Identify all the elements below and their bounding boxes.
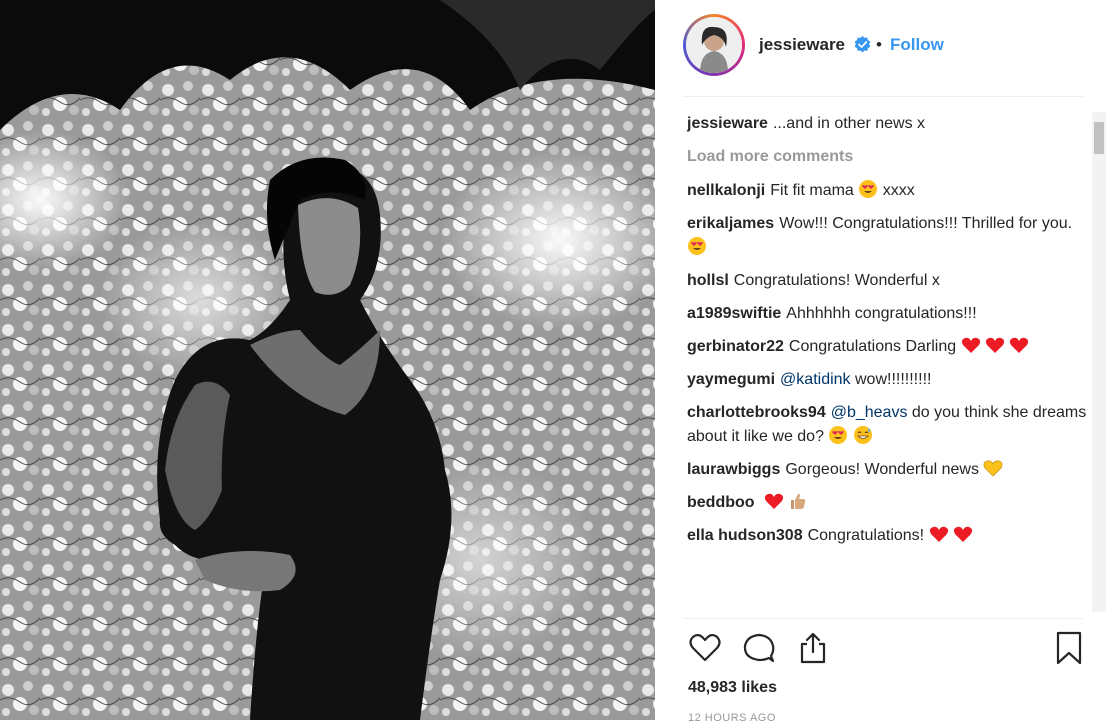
avatar[interactable] <box>686 17 742 73</box>
red-heart-icon <box>985 337 1005 353</box>
comment-text: Ahhhhhh congratulations!!! <box>786 305 977 322</box>
caption-text: ...and in other news x <box>772 115 926 132</box>
mention-link[interactable]: @katidink <box>780 371 851 388</box>
bookmark-icon[interactable] <box>1051 630 1087 666</box>
comment-username[interactable]: erikaljames <box>687 215 774 232</box>
comment-username[interactable]: yaymegumi <box>687 371 775 388</box>
divider <box>683 618 1083 619</box>
story-ring[interactable] <box>683 14 745 76</box>
comment-username[interactable]: nellkalonji <box>687 182 765 199</box>
comment-username[interactable]: ella hudson308 <box>687 527 803 544</box>
comment-bubble-icon[interactable] <box>741 630 777 666</box>
scrollbar-thumb[interactable] <box>1094 122 1104 154</box>
red-heart-icon <box>1010 337 1029 353</box>
comment-username[interactable]: laurawbiggs <box>687 461 780 478</box>
heart-eyes-emoji-icon <box>829 426 848 444</box>
comment-text: Wow!!! Congratulations!!! Thrilled for y… <box>779 215 1073 232</box>
caption-username[interactable]: jessieware <box>687 115 768 132</box>
heart-outline-icon[interactable] <box>687 630 723 666</box>
comment-username[interactable]: beddboo <box>687 494 755 511</box>
grin-sweat-emoji-icon <box>853 426 872 444</box>
likes-count[interactable]: 48,983 likes <box>688 679 777 697</box>
red-heart-icon <box>929 526 948 542</box>
comment: gerbinator22 Congratulations Darling <box>687 335 1087 359</box>
comment: ella hudson308 Congratulations! <box>687 524 1087 548</box>
comment-username[interactable]: gerbinator22 <box>687 338 784 355</box>
red-heart-icon <box>764 493 784 509</box>
comment: erikaljames Wow!!! Congratulations!!! Thr… <box>687 212 1087 260</box>
yellow-heart-icon <box>983 460 1003 477</box>
red-heart-icon <box>953 526 973 542</box>
action-bar <box>687 630 1087 670</box>
post-sidebar: jessieware • Follow jessieware ...and in … <box>655 0 1107 724</box>
red-heart-icon <box>961 337 980 353</box>
verified-badge-icon <box>854 36 871 53</box>
post-timestamp[interactable]: 12 HOURS AGO <box>688 712 776 724</box>
comment-text: Gorgeous! Wonderful news <box>785 461 979 478</box>
caption: jessieware ...and in other news x <box>687 112 1087 136</box>
comment-username[interactable]: charlottebrooks94 <box>687 404 826 421</box>
comment: charlottebrooks94 @b_heavs do you think s… <box>687 401 1087 449</box>
comment-username[interactable]: hollsl <box>687 272 729 289</box>
divider <box>683 96 1083 97</box>
comment: hollsl Congratulations! Wonderful x <box>687 269 1087 293</box>
comment: laurawbiggs Gorgeous! Wonderful news <box>687 458 1087 482</box>
comments-scrollbar[interactable] <box>1092 112 1106 612</box>
comment-text: Congratulations! <box>807 527 925 544</box>
comments-list[interactable]: jessieware ...and in other news x Load mo… <box>687 112 1087 612</box>
follow-button[interactable]: Follow <box>890 35 944 55</box>
comment: beddboo <box>687 491 1087 515</box>
comment-text: wow!!!!!!!!!! <box>855 371 932 388</box>
comment: nellkalonji Fit fit mama xxxx <box>687 179 1087 203</box>
heart-eyes-emoji-icon <box>859 180 878 198</box>
thumbs-up-icon <box>791 493 806 509</box>
load-more-comments-button[interactable]: Load more comments <box>687 145 1087 169</box>
share-icon[interactable] <box>795 630 831 666</box>
heart-eyes-emoji-icon <box>688 237 706 255</box>
separator-dot: • <box>876 35 882 54</box>
post-username[interactable]: jessieware <box>759 35 845 55</box>
comment-text: Congratulations! Wonderful x <box>733 272 940 289</box>
mention-link[interactable]: @b_heavs <box>831 404 908 421</box>
post-header: jessieware • Follow <box>655 0 1107 90</box>
comment: yaymegumi @katidink wow!!!!!!!!!! <box>687 368 1087 392</box>
comment-username[interactable]: a1989swiftie <box>687 305 781 322</box>
comment-text: Congratulations Darling <box>788 338 957 355</box>
comment-text-suffix: xxxx <box>882 182 915 199</box>
comment: a1989swiftie Ahhhhhh congratulations!!! <box>687 302 1087 326</box>
comment-text: Fit fit mama <box>770 182 854 199</box>
post-photo[interactable] <box>0 0 655 720</box>
